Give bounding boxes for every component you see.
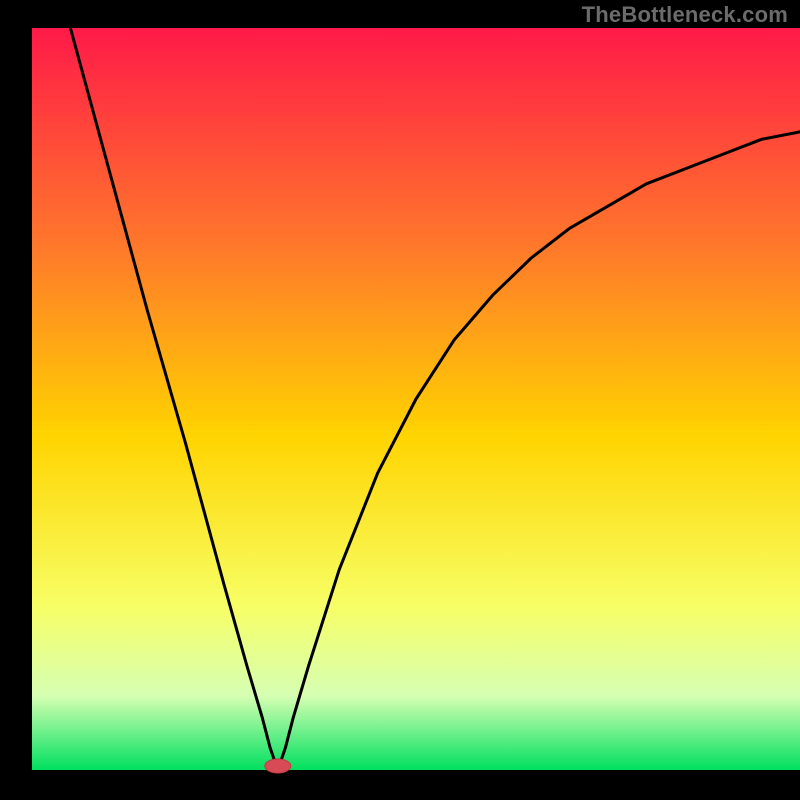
bottleneck-chart [0, 0, 800, 800]
optimal-marker [265, 759, 291, 773]
chart-frame: TheBottleneck.com [0, 0, 800, 800]
